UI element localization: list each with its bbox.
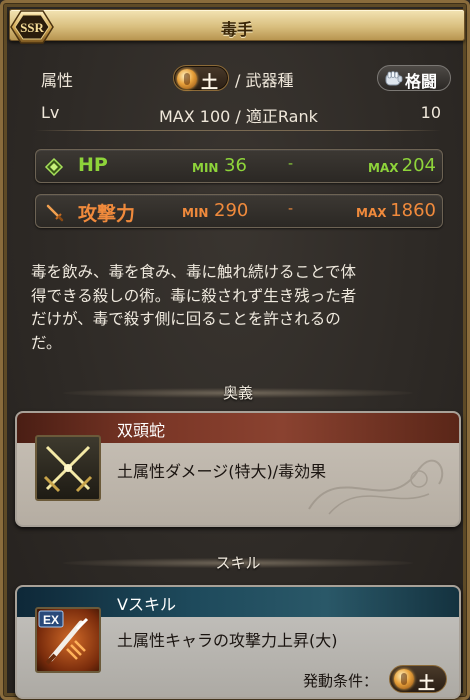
ougi-effect: 土属性ダメージ(特大)/毒効果: [117, 462, 327, 481]
attack-max-label: MAX: [356, 206, 387, 220]
level-label: Lv: [41, 103, 60, 122]
attack-min-value: 290: [214, 200, 249, 221]
hp-label: HP: [78, 154, 108, 176]
crossed-swords-icon: [43, 445, 93, 493]
attribute-label: 属性: [41, 71, 74, 90]
hp-stat-bar: HP MIN 36 - MAX 204: [35, 149, 443, 183]
flavor-line: 得できる殺しの術。毒に殺されず生き残った者: [31, 286, 357, 305]
weapon-detail-panel: 毒手 SSR 属性 土 / 武器種 格闘 Lv MAX 100 / 適正Rank…: [0, 0, 470, 700]
attack-max-value: 1860: [390, 200, 436, 221]
fist-icon: [385, 71, 403, 86]
rank-value: 10: [420, 103, 441, 122]
ssr-badge-icon: SSR: [10, 10, 54, 44]
weapon-name: 毒手: [220, 20, 253, 39]
flavor-line: だ。: [31, 333, 62, 352]
skill-section-header: スキル: [63, 548, 413, 578]
hp-max-label: MAX: [368, 161, 399, 175]
skill-art-icon: EX: [38, 610, 89, 665]
earth-element-icon: [177, 69, 197, 89]
flavor-text: 毒を飲み、毒を食み、毒に触れ続けることで体 得できる殺しの術。毒に殺されず生き残…: [31, 261, 451, 355]
flavor-line: 毒を飲み、毒を食み、毒に触れ続けることで体: [31, 263, 357, 281]
attack-stat-bar: 攻撃力 MIN 290 - MAX 1860: [35, 194, 443, 228]
attribute-row: 属性 土 / 武器種 格闘: [41, 65, 451, 93]
hp-dash: -: [288, 156, 294, 172]
ougi-icon: [35, 435, 101, 501]
flavor-line: だけが、毒で殺す側に回ることを許されるの: [31, 310, 341, 328]
condition-label: 発動条件：: [303, 672, 379, 690]
condition-element-badge: 土: [389, 665, 447, 694]
ougi-name: 双頭蛇: [117, 421, 166, 440]
element-text: 土: [201, 73, 218, 93]
attack-min-label: MIN: [182, 206, 209, 220]
title-bar: 毒手: [9, 9, 465, 41]
earth-element-icon: [394, 669, 414, 689]
sword-icon: [46, 204, 64, 222]
ssr-text: SSR: [20, 20, 44, 35]
ex-badge-text: EX: [43, 613, 59, 627]
condition-element-text: 土: [418, 674, 435, 694]
level-row: Lv MAX 100 / 適正Rank 10: [41, 103, 441, 126]
hp-min-label: MIN: [192, 161, 219, 175]
skill-name: Vスキル: [117, 595, 176, 614]
skill-section-label: スキル: [215, 554, 261, 572]
divider: [35, 130, 441, 131]
ougi-section-header: 奥義: [63, 378, 413, 408]
ex-skill-icon: EX: [35, 607, 101, 673]
skill-card[interactable]: Vスキル EX 土属性キャラの攻撃力上昇(大) 発動条件： 土: [15, 585, 461, 699]
ougi-card[interactable]: 双頭蛇 土属性ダメージ(特大)/毒効果: [15, 411, 461, 527]
weapon-type-badge: 格闘: [377, 65, 451, 91]
hp-diamond-icon: [44, 157, 64, 177]
attack-dash: -: [288, 201, 294, 217]
hp-max-value: 204: [401, 155, 436, 176]
weapon-type-label: / 武器種: [235, 71, 294, 90]
level-max-text: MAX 100 / 適正Rank: [159, 107, 318, 126]
hp-min-value: 36: [224, 155, 247, 176]
ougi-section-label: 奥義: [222, 384, 253, 402]
weapon-type-text: 格闘: [405, 72, 438, 91]
skill-effect: 土属性キャラの攻撃力上昇(大): [117, 631, 338, 650]
attack-label: 攻撃力: [78, 203, 136, 225]
element-badge: 土: [173, 65, 229, 93]
